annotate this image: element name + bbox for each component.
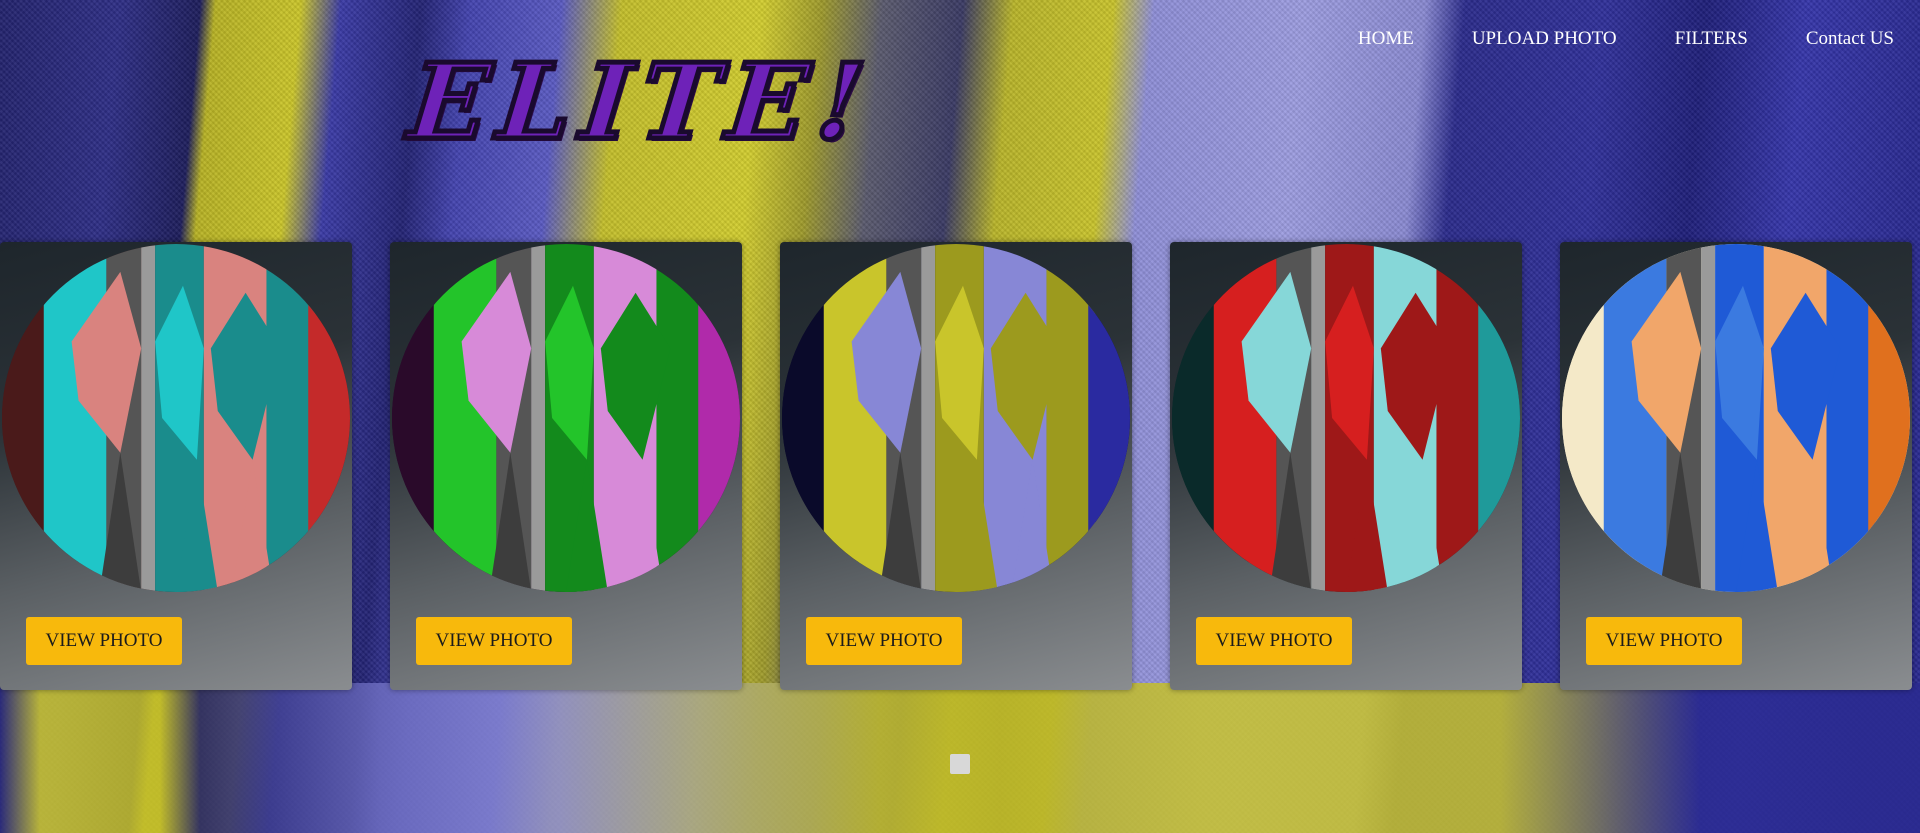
artwork-stripe	[1868, 244, 1910, 592]
photo-artwork	[392, 244, 740, 592]
artwork-stripe	[308, 244, 350, 592]
artwork-stripe	[141, 244, 156, 592]
photo-artwork	[2, 244, 350, 592]
photo-card: VIEW PHOTO	[0, 242, 352, 690]
nav-item-home[interactable]: HOME	[1358, 28, 1414, 50]
artwork-stripe	[266, 244, 316, 592]
filtered-photo	[392, 244, 740, 592]
photo-gallery: VIEW PHOTO VIEW PHOTO VIEW PHOTO VIEW PH…	[0, 242, 1920, 690]
artwork-stripe	[921, 244, 936, 592]
photo-artwork	[782, 244, 1130, 592]
filtered-photo	[1172, 244, 1520, 592]
photo-card: VIEW PHOTO	[780, 242, 1132, 690]
view-photo-button[interactable]: VIEW PHOTO	[806, 617, 962, 665]
artwork-stripe	[1701, 244, 1716, 592]
view-photo-button[interactable]: VIEW PHOTO	[1586, 617, 1742, 665]
photo-card: VIEW PHOTO	[1170, 242, 1522, 690]
artwork-stripe	[656, 244, 706, 592]
nav-item-contact-us[interactable]: Contact US	[1806, 28, 1894, 50]
artwork-stripe	[1436, 244, 1486, 592]
nav-link-upload-photo[interactable]: UPLOAD PHOTO	[1472, 28, 1617, 49]
photo-artwork	[1562, 244, 1910, 592]
photo-artwork	[1172, 244, 1520, 592]
artwork-stripe	[531, 244, 546, 592]
main-nav: HOME UPLOAD PHOTO FILTERS Contact US	[1358, 28, 1894, 50]
filtered-photo	[1562, 244, 1910, 592]
photo-card: VIEW PHOTO	[390, 242, 742, 690]
site-logo[interactable]: ELITE!	[401, 38, 882, 166]
artwork-stripe	[1311, 244, 1326, 592]
nav-link-filters[interactable]: FILTERS	[1675, 28, 1748, 49]
artwork-stripe	[1478, 244, 1520, 592]
artwork-stripe	[1088, 244, 1130, 592]
filtered-photo	[2, 244, 350, 592]
artwork-stripe	[1826, 244, 1876, 592]
artwork-stripe	[1046, 244, 1096, 592]
artwork-stripe	[698, 244, 740, 592]
filtered-photo	[782, 244, 1130, 592]
nav-link-contact-us[interactable]: Contact US	[1806, 28, 1894, 49]
nav-item-filters[interactable]: FILTERS	[1675, 28, 1748, 50]
view-photo-button[interactable]: VIEW PHOTO	[1196, 617, 1352, 665]
nav-link-home[interactable]: HOME	[1358, 28, 1414, 49]
view-photo-button[interactable]: VIEW PHOTO	[416, 617, 572, 665]
view-photo-button[interactable]: VIEW PHOTO	[26, 617, 182, 665]
nav-item-upload-photo[interactable]: UPLOAD PHOTO	[1472, 28, 1617, 50]
square-dot-icon[interactable]	[950, 754, 970, 774]
photo-card: VIEW PHOTO	[1560, 242, 1912, 690]
